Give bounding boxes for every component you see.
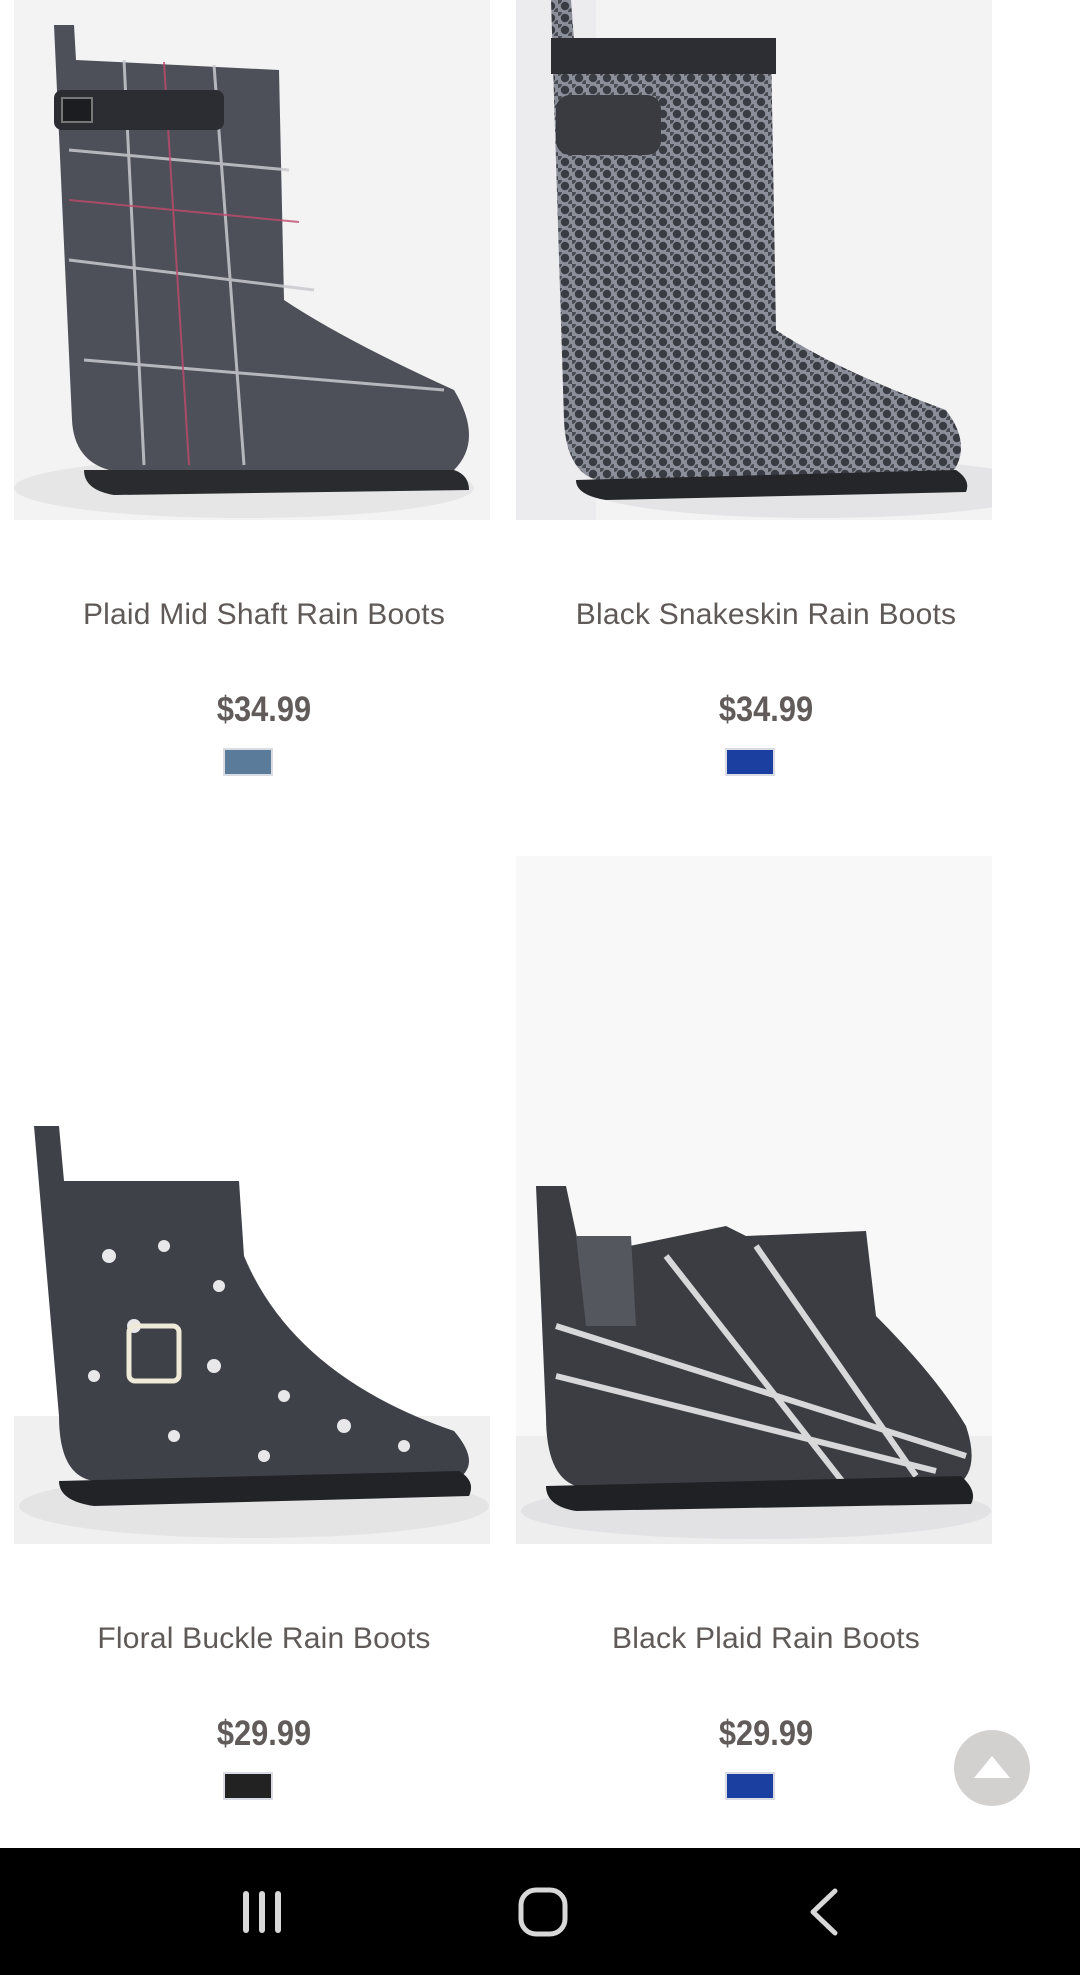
product-title[interactable]: Black Snakeskin Rain Boots [516, 598, 1016, 632]
product-card[interactable]: Black Plaid Rain Boots $29.99 [516, 856, 1016, 1800]
product-card[interactable]: Floral Buckle Rain Boots $29.99 [14, 856, 514, 1800]
home-icon [518, 1887, 568, 1936]
product-image[interactable] [14, 0, 490, 520]
color-swatch[interactable] [725, 748, 775, 776]
color-swatch[interactable] [223, 1772, 273, 1800]
color-swatch[interactable] [223, 748, 273, 776]
boot-snakeskin-icon [516, 0, 992, 520]
product-image[interactable] [516, 0, 992, 520]
product-grid: Plaid Mid Shaft Rain Boots $34.99 Black … [0, 0, 1080, 1848]
product-card[interactable]: Black Snakeskin Rain Boots $34.99 [516, 0, 1016, 800]
product-price: $34.99 [216, 690, 312, 729]
recents-icon [243, 1890, 281, 1933]
product-title[interactable]: Floral Buckle Rain Boots [14, 1622, 514, 1656]
color-swatch[interactable] [725, 1772, 775, 1800]
boot-plaid-mid-icon [14, 0, 490, 520]
scroll-to-top-button[interactable] [954, 1730, 1030, 1806]
boot-black-plaid-icon [516, 856, 992, 1544]
home-button[interactable] [483, 1848, 603, 1975]
product-image[interactable] [516, 856, 992, 1544]
product-card[interactable]: Plaid Mid Shaft Rain Boots $34.99 [14, 0, 514, 800]
back-button[interactable] [765, 1848, 885, 1975]
back-icon [810, 1888, 838, 1935]
product-title[interactable]: Plaid Mid Shaft Rain Boots [14, 598, 514, 632]
product-price: $29.99 [718, 1714, 814, 1753]
system-navigation-bar [0, 1848, 1080, 1975]
product-title[interactable]: Black Plaid Rain Boots [516, 1622, 1016, 1656]
triangle-up-icon [974, 1756, 1010, 1778]
product-image[interactable] [14, 856, 490, 1544]
recents-button[interactable] [202, 1848, 322, 1975]
product-price: $29.99 [216, 1714, 312, 1753]
boot-floral-buckle-icon [14, 856, 490, 1544]
product-price: $34.99 [718, 690, 814, 729]
